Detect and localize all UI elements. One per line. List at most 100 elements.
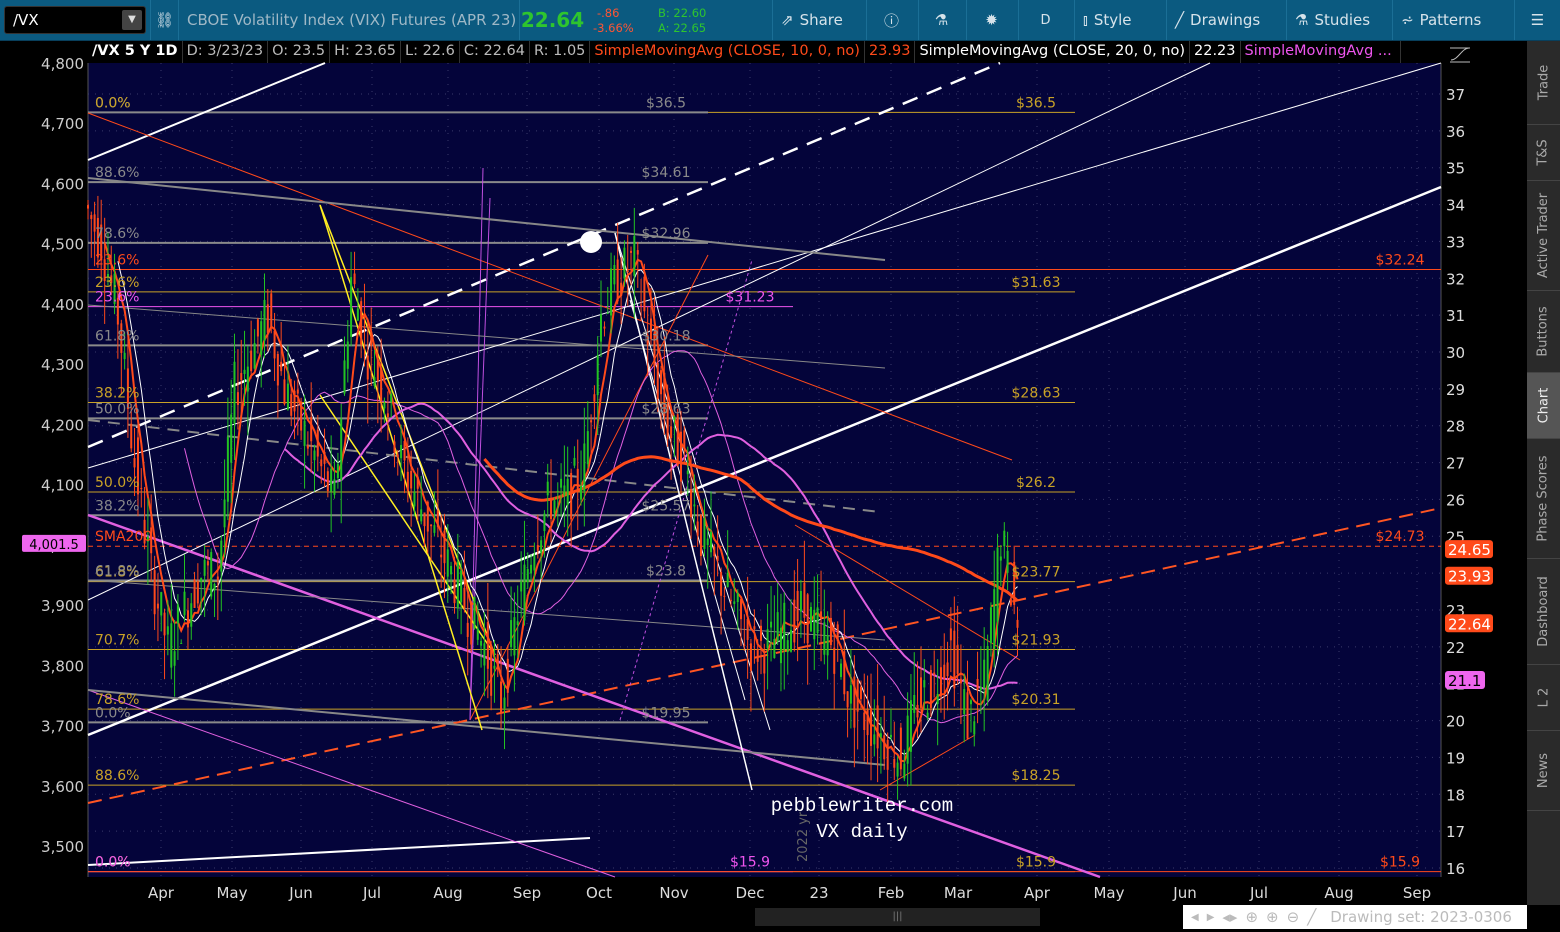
candle-up — [786, 640, 789, 653]
candle-up — [936, 693, 939, 705]
candle-down — [820, 611, 823, 619]
right-axis-tick: 16 — [1446, 860, 1465, 878]
candle-down — [273, 330, 276, 359]
aggregation-button[interactable]: D — [1018, 0, 1072, 40]
candle-down — [729, 599, 732, 601]
sidebar-tab-news[interactable]: News — [1527, 731, 1560, 811]
price-tag-value: 24.65 — [1448, 541, 1491, 559]
candle-down — [946, 662, 949, 677]
candle-up — [809, 606, 812, 632]
candle-down — [376, 359, 379, 382]
candle-down — [370, 332, 373, 346]
studies-button[interactable]: ⚗ Studies — [1286, 0, 1390, 40]
sidebar-tab-buttons[interactable]: Buttons — [1527, 291, 1560, 373]
scroll-left-icon[interactable]: ◀ — [1191, 912, 1199, 923]
fib-level-percent: 70.7% — [95, 632, 139, 648]
candle-down — [250, 350, 253, 372]
fib-level-percent: 23.6% — [95, 275, 139, 291]
time-scrollbar[interactable]: ||| — [755, 908, 1040, 926]
candle-up — [993, 589, 996, 649]
chart-info-button[interactable]: ⓘ — [866, 0, 916, 40]
candle-down — [846, 691, 849, 708]
sidebar-tab-phase-scores[interactable]: Phase Scores — [1527, 439, 1560, 559]
candle-down — [186, 610, 189, 628]
right-axis-tick: 33 — [1446, 233, 1465, 251]
zoom-out-icon[interactable]: ⊖ — [1287, 908, 1300, 926]
candle-up — [989, 607, 992, 644]
sidebar-tab-label: T&S — [1536, 139, 1551, 166]
drawing-tool-icon[interactable]: ╱ — [1307, 908, 1316, 926]
candle-up — [456, 561, 459, 608]
right-price-axis[interactable]: 1617181920212223242526272829303132333435… — [1446, 86, 1465, 878]
left-index-axis[interactable]: 3,5003,6003,7003,8003,9004,0004,1004,200… — [22, 55, 86, 856]
candle-down — [443, 530, 446, 564]
sidebar-tab-active-trader[interactable]: Active Trader — [1527, 181, 1560, 291]
symbol-input[interactable]: /VX ▼ — [4, 6, 146, 34]
time-axis[interactable]: Apr May Jun Jul Aug Sep Oct Nov Dec 23 Feb Mar Apr Ma… — [148, 884, 1431, 902]
candle-up — [580, 485, 583, 500]
left-axis-tick: 4,500 — [41, 236, 84, 254]
candle-up — [176, 604, 179, 624]
flask-button[interactable]: ⚗ — [918, 0, 964, 40]
candle-up — [766, 629, 769, 649]
candle-down — [90, 215, 93, 219]
candle-down — [570, 472, 573, 520]
candle-up — [703, 518, 706, 549]
candle-up — [260, 321, 263, 355]
right-axis-tick: 28 — [1446, 418, 1465, 436]
pan-icon[interactable]: ◂▸ — [1222, 908, 1237, 926]
fib-level-price: $36.5 — [646, 95, 686, 111]
style-button[interactable]: ⫾ Style — [1074, 0, 1164, 40]
drawing-set-label[interactable]: Drawing set: 2023-0306 — [1330, 908, 1512, 926]
candle-up — [523, 564, 526, 621]
zoom-in-icon[interactable]: ⊕ — [1266, 908, 1279, 926]
left-axis-tick: 4,800 — [41, 55, 84, 73]
share-button[interactable]: ⇗ Share — [772, 0, 862, 40]
drawings-button[interactable]: ╱ Drawings — [1166, 0, 1284, 40]
candle-up — [923, 680, 926, 688]
symbol-dropdown-icon[interactable]: ▼ — [122, 10, 142, 30]
candle-icon: ⫾ — [1083, 11, 1088, 29]
settings-button[interactable]: ✹ — [966, 0, 1016, 40]
link-icon[interactable]: ⛓ — [150, 0, 174, 40]
price-chart[interactable]: 0.0% $36.5 0.0% $36.5 88.6% $34.61 78.6% $32.96… — [0, 41, 1527, 905]
crosshair-icon[interactable]: ⊕ — [1245, 908, 1258, 926]
candle-up — [556, 490, 559, 492]
price-tag-value: 22.64 — [1448, 615, 1491, 633]
study-settings-icon[interactable] — [1450, 47, 1470, 63]
candle-up — [526, 569, 529, 583]
candle-up — [633, 236, 636, 276]
candle-down — [316, 429, 319, 457]
sidebar-tab-dashboard[interactable]: Dashboard — [1527, 559, 1560, 665]
flask-icon: ⚗ — [934, 11, 949, 29]
time-axis-tick: Oct — [586, 884, 612, 902]
sidebar-tab-trade[interactable]: Trade — [1527, 41, 1560, 125]
patterns-button[interactable]: ⩫ Patterns — [1392, 0, 1512, 40]
candle-down — [636, 250, 639, 255]
scroll-right-icon[interactable]: ▶ — [1207, 912, 1215, 923]
sidebar-tab-t-s[interactable]: T&S — [1527, 125, 1560, 181]
subtitle-text: VX daily — [816, 821, 907, 843]
candle-down — [720, 571, 723, 596]
candle-down — [366, 355, 369, 380]
candle-down — [416, 476, 419, 489]
candle-up — [516, 621, 519, 626]
sidebar-tab-l-2[interactable]: L 2 — [1527, 665, 1560, 731]
candle-up — [413, 492, 416, 507]
candle-down — [266, 304, 269, 333]
candle-up — [420, 509, 423, 522]
candle-down — [803, 582, 806, 618]
candle-down — [630, 250, 633, 253]
candle-up — [180, 642, 183, 644]
time-axis-tick: Apr — [148, 884, 175, 902]
candle-up — [476, 628, 479, 640]
fib-level-percent: 61.8% — [95, 328, 139, 344]
fib-level-price: $34.61 — [642, 165, 691, 181]
menu-button[interactable]: ☰ — [1514, 0, 1560, 40]
candle-down — [829, 617, 832, 646]
candle-up — [849, 685, 852, 704]
sidebar-tab-chart[interactable]: Chart — [1527, 373, 1560, 439]
candle-down — [256, 319, 259, 337]
candle-up — [533, 554, 536, 571]
candle-down — [836, 624, 839, 642]
